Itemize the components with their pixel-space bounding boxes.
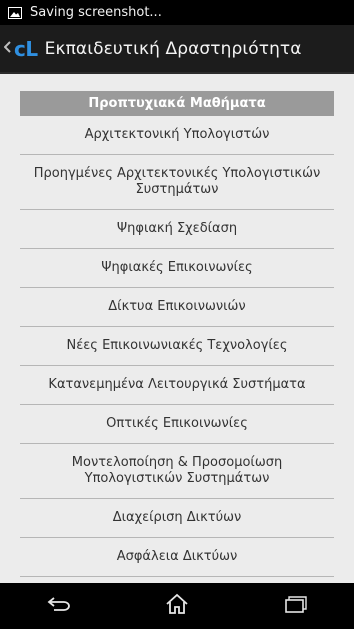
section-header: Προπτυχιακά Μαθήματα	[20, 91, 334, 116]
list-item[interactable]: Αρχιτεκτονική Υπολογιστών	[20, 116, 334, 155]
home-button[interactable]	[147, 586, 207, 626]
notification-text: Saving screenshot...	[30, 5, 162, 20]
status-bar: Saving screenshot...	[0, 0, 354, 25]
list-item[interactable]: Ασφάλεια Δικτύων	[20, 538, 334, 577]
list-item[interactable]: Οπτικές Επικοινωνίες	[20, 405, 334, 444]
list-item[interactable]: Διαχείριση Δικτύων	[20, 499, 334, 538]
recents-button[interactable]	[265, 586, 325, 626]
list-item[interactable]: Προηγμένες Αρχιτεκτονικές Υπολογιστικών …	[20, 155, 334, 210]
chevron-left-icon[interactable]	[3, 40, 12, 57]
list-item[interactable]: Ψηφιακές Επικοινωνίες	[20, 249, 334, 288]
navigation-bar	[0, 583, 354, 629]
list-item[interactable]: Νέες Επικοινωνιακές Τεχνολογίες	[20, 327, 334, 366]
page-title: Εκπαιδευτική Δραστηριότητα	[44, 38, 302, 59]
home-icon	[165, 593, 189, 619]
main-content: Προπτυχιακά Μαθήματα Αρχιτεκτονική Υπολο…	[0, 74, 354, 583]
course-list: Προπτυχιακά Μαθήματα Αρχιτεκτονική Υπολο…	[20, 91, 334, 577]
list-item[interactable]: Μοντελοποίηση & Προσομοίωση Υπολογιστικώ…	[20, 444, 334, 499]
list-item[interactable]: Ψηφιακή Σχεδίαση	[20, 210, 334, 249]
back-icon	[46, 596, 72, 616]
back-button[interactable]	[29, 586, 89, 626]
recents-icon	[283, 595, 307, 617]
app-logo[interactable]: cL	[14, 37, 38, 61]
image-icon	[8, 6, 22, 19]
list-item[interactable]: Δίκτυα Επικοινωνιών	[20, 288, 334, 327]
action-bar: cL Εκπαιδευτική Δραστηριότητα	[0, 25, 354, 74]
list-item[interactable]: Κατανεμημένα Λειτουργικά Συστήματα	[20, 366, 334, 405]
